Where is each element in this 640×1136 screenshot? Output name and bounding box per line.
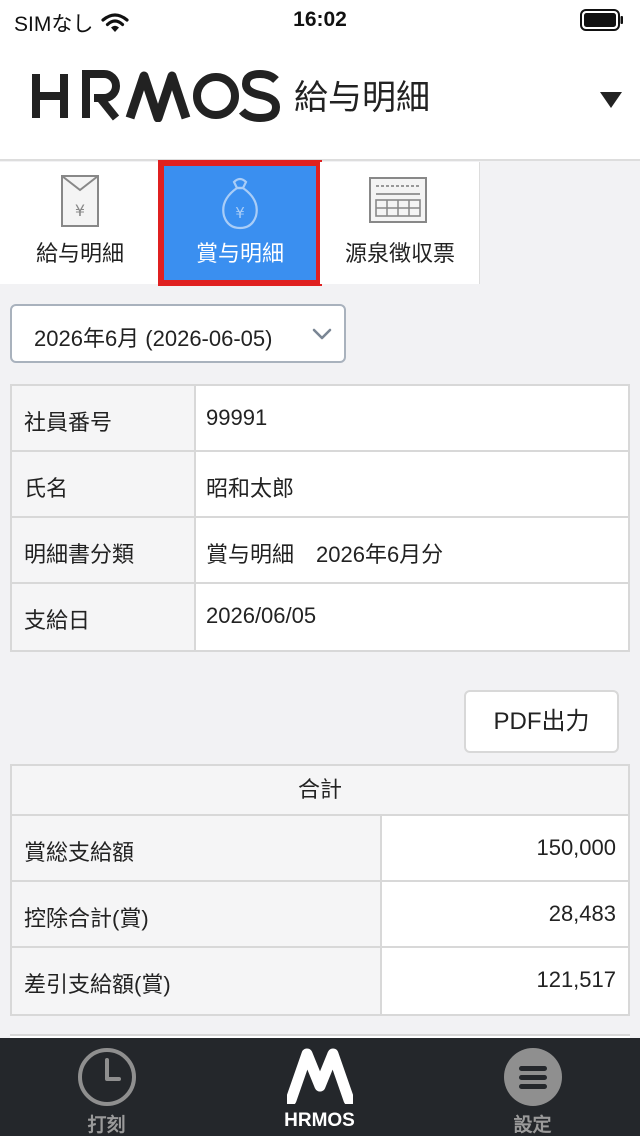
money-bag-yen-icon: ¥ [222, 177, 258, 230]
clock-icon [77, 1048, 136, 1106]
payment-date-label: 支給日 [12, 584, 196, 650]
employee-number-value: 99991 [206, 405, 268, 430]
statement-type-value: 賞与明細 2026年6月分 [206, 542, 444, 567]
app-title: 給与明細 [294, 79, 430, 117]
table-row: 氏名 昭和太郎 [12, 452, 628, 518]
bottom-nav: 打刻 HRMOS 設定 [0, 1038, 640, 1136]
menu-icon [503, 1048, 562, 1106]
svg-text:¥: ¥ [75, 201, 85, 220]
hrmos-logo-icon [286, 1048, 353, 1104]
tabs-filler [480, 162, 640, 284]
deduction-total-value: 28,483 [548, 901, 616, 926]
nav-label-settings: 設定 [513, 1115, 552, 1136]
nav-item-clock-in[interactable]: 打刻 [0, 1038, 213, 1136]
net-payment-label: 差引支給額(賞) [12, 948, 382, 1014]
employee-info-table: 社員番号 99991 氏名 昭和太郎 明細書分類 賞与明細 2026年6月分 支… [10, 384, 630, 652]
app-header: 給与明細 [0, 40, 640, 161]
period-select[interactable]: 2026年6月 (2026-06-05) [10, 304, 346, 363]
nav-label-hrmos: HRMOS [284, 1110, 355, 1131]
caret-down-icon[interactable] [600, 92, 622, 108]
name-label: 氏名 [12, 452, 196, 516]
net-payment-value: 121,517 [536, 967, 616, 992]
status-bar: SIMなし 16:02 [0, 0, 640, 40]
gross-payment-value: 150,000 [536, 835, 616, 860]
statement-type-label: 明細書分類 [12, 518, 196, 582]
tab-bonus-label: 賞与明細 [195, 241, 284, 266]
employee-number-label: 社員番号 [12, 386, 196, 450]
hrmos-logo [32, 70, 281, 122]
form-sheet-icon [369, 177, 427, 223]
tab-bonus[interactable]: ¥ 賞与明細 [158, 160, 322, 286]
name-value: 昭和太郎 [206, 476, 295, 501]
totals-table: 合計 賞総支給額 150,000 控除合計(賞) 28,483 差引支給額(賞)… [10, 764, 630, 1016]
envelope-yen-icon: ¥ [61, 175, 99, 227]
payment-date-value: 2026/06/05 [206, 603, 317, 628]
tab-salary-label: 給与明細 [35, 241, 124, 266]
nav-item-settings[interactable]: 設定 [426, 1038, 639, 1136]
period-select-value: 2026年6月 (2026-06-05) [34, 326, 273, 351]
table-row: 社員番号 99991 [12, 386, 628, 452]
chevron-down-icon [312, 328, 332, 340]
svg-text:¥: ¥ [235, 204, 245, 222]
table-row: 控除合計(賞) 28,483 [12, 882, 628, 948]
table-row: 賞総支給額 150,000 [12, 816, 628, 882]
status-time: 16:02 [293, 8, 347, 31]
pdf-export-button[interactable]: PDF出力 [464, 690, 619, 753]
nav-item-hrmos[interactable]: HRMOS [213, 1038, 426, 1136]
table-row: 支給日 2026/06/05 [12, 584, 628, 650]
document-tabs: ¥ 給与明細 ¥ 賞与明細 源泉徴収票 [0, 160, 480, 286]
totals-header: 合計 [12, 766, 628, 816]
tab-withholding-label: 源泉徴収票 [344, 241, 455, 266]
deduction-total-label: 控除合計(賞) [12, 882, 382, 946]
tab-withholding[interactable]: 源泉徴収票 [320, 162, 480, 284]
tab-salary[interactable]: ¥ 給与明細 [0, 162, 160, 284]
table-row: 明細書分類 賞与明細 2026年6月分 [12, 518, 628, 584]
gross-payment-label: 賞総支給額 [12, 816, 382, 880]
battery-icon [580, 9, 623, 31]
table-row: 差引支給額(賞) 121,517 [12, 948, 628, 1014]
nav-label-clock-in: 打刻 [87, 1115, 126, 1136]
